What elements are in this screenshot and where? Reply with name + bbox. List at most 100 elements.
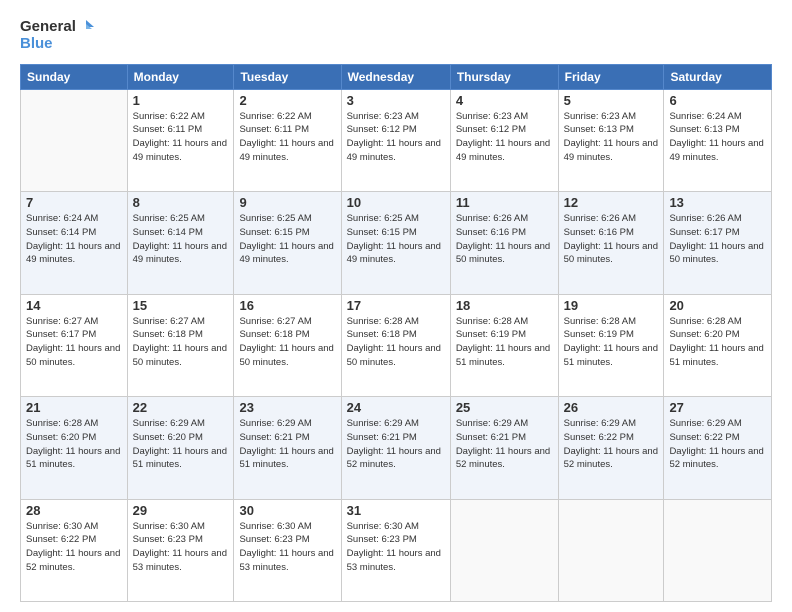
day-info: Sunrise: 6:30 AM Sunset: 6:23 PM Dayligh… <box>347 520 445 575</box>
day-info: Sunrise: 6:28 AM Sunset: 6:19 PM Dayligh… <box>564 315 659 370</box>
day-number: 1 <box>133 93 229 108</box>
calendar-day-cell: 22 Sunrise: 6:29 AM Sunset: 6:20 PM Dayli… <box>127 397 234 499</box>
calendar-day-cell: 16 Sunrise: 6:27 AM Sunset: 6:18 PM Dayli… <box>234 294 341 396</box>
calendar-day-cell <box>558 499 664 601</box>
day-number: 10 <box>347 195 445 210</box>
calendar-week-row: 7 Sunrise: 6:24 AM Sunset: 6:14 PM Daylig… <box>21 192 772 294</box>
day-info: Sunrise: 6:25 AM Sunset: 6:15 PM Dayligh… <box>239 212 335 267</box>
day-number: 14 <box>26 298 122 313</box>
day-info: Sunrise: 6:22 AM Sunset: 6:11 PM Dayligh… <box>239 110 335 165</box>
day-info: Sunrise: 6:24 AM Sunset: 6:14 PM Dayligh… <box>26 212 122 267</box>
day-info: Sunrise: 6:27 AM Sunset: 6:17 PM Dayligh… <box>26 315 122 370</box>
day-info: Sunrise: 6:29 AM Sunset: 6:20 PM Dayligh… <box>133 417 229 472</box>
calendar-table: SundayMondayTuesdayWednesdayThursdayFrid… <box>20 64 772 602</box>
day-number: 21 <box>26 400 122 415</box>
calendar-day-cell: 11 Sunrise: 6:26 AM Sunset: 6:16 PM Dayli… <box>450 192 558 294</box>
calendar-day-cell: 3 Sunrise: 6:23 AM Sunset: 6:12 PM Daylig… <box>341 89 450 191</box>
day-number: 28 <box>26 503 122 518</box>
logo-general: General <box>20 18 76 35</box>
header: General Blue <box>20 18 772 54</box>
weekday-header-saturday: Saturday <box>664 64 772 89</box>
day-info: Sunrise: 6:29 AM Sunset: 6:21 PM Dayligh… <box>239 417 335 472</box>
day-number: 29 <box>133 503 229 518</box>
day-number: 15 <box>133 298 229 313</box>
day-number: 25 <box>456 400 553 415</box>
day-number: 3 <box>347 93 445 108</box>
weekday-header-thursday: Thursday <box>450 64 558 89</box>
calendar-day-cell: 24 Sunrise: 6:29 AM Sunset: 6:21 PM Dayli… <box>341 397 450 499</box>
calendar-day-cell: 19Sunrise: 6:28 AM Sunset: 6:19 PM Dayli… <box>558 294 664 396</box>
day-info: Sunrise: 6:29 AM Sunset: 6:21 PM Dayligh… <box>347 417 445 472</box>
calendar-day-cell: 28 Sunrise: 6:30 AM Sunset: 6:22 PM Dayli… <box>21 499 128 601</box>
day-info: Sunrise: 6:27 AM Sunset: 6:18 PM Dayligh… <box>133 315 229 370</box>
calendar-day-cell: 17 Sunrise: 6:28 AM Sunset: 6:18 PM Dayli… <box>341 294 450 396</box>
day-info: Sunrise: 6:27 AM Sunset: 6:18 PM Dayligh… <box>239 315 335 370</box>
day-info: Sunrise: 6:29 AM Sunset: 6:21 PM Dayligh… <box>456 417 553 472</box>
day-number: 24 <box>347 400 445 415</box>
day-number: 26 <box>564 400 659 415</box>
day-number: 9 <box>239 195 335 210</box>
day-number: 31 <box>347 503 445 518</box>
calendar-day-cell: 1 Sunrise: 6:22 AM Sunset: 6:11 PM Daylig… <box>127 89 234 191</box>
day-info: Sunrise: 6:29 AM Sunset: 6:22 PM Dayligh… <box>564 417 659 472</box>
day-info: Sunrise: 6:26 AM Sunset: 6:16 PM Dayligh… <box>564 212 659 267</box>
day-info: Sunrise: 6:28 AM Sunset: 6:19 PM Dayligh… <box>456 315 553 370</box>
logo-bird-icon <box>78 19 94 35</box>
page: General Blue SundayMondayTuesdayWednesda… <box>0 0 792 612</box>
day-info: Sunrise: 6:24 AM Sunset: 6:13 PM Dayligh… <box>669 110 766 165</box>
calendar-day-cell: 21 Sunrise: 6:28 AM Sunset: 6:20 PM Dayli… <box>21 397 128 499</box>
calendar-week-row: 1 Sunrise: 6:22 AM Sunset: 6:11 PM Daylig… <box>21 89 772 191</box>
day-number: 16 <box>239 298 335 313</box>
day-number: 13 <box>669 195 766 210</box>
day-info: Sunrise: 6:29 AM Sunset: 6:22 PM Dayligh… <box>669 417 766 472</box>
day-info: Sunrise: 6:30 AM Sunset: 6:23 PM Dayligh… <box>133 520 229 575</box>
calendar-day-cell: 4Sunrise: 6:23 AM Sunset: 6:12 PM Daylig… <box>450 89 558 191</box>
calendar-week-row: 21 Sunrise: 6:28 AM Sunset: 6:20 PM Dayli… <box>21 397 772 499</box>
calendar-day-cell: 13 Sunrise: 6:26 AM Sunset: 6:17 PM Dayli… <box>664 192 772 294</box>
day-info: Sunrise: 6:26 AM Sunset: 6:17 PM Dayligh… <box>669 212 766 267</box>
calendar-day-cell <box>21 89 128 191</box>
day-number: 22 <box>133 400 229 415</box>
logo: General Blue <box>20 18 94 54</box>
day-number: 27 <box>669 400 766 415</box>
calendar-day-cell: 25 Sunrise: 6:29 AM Sunset: 6:21 PM Dayli… <box>450 397 558 499</box>
day-info: Sunrise: 6:28 AM Sunset: 6:18 PM Dayligh… <box>347 315 445 370</box>
day-info: Sunrise: 6:30 AM Sunset: 6:23 PM Dayligh… <box>239 520 335 575</box>
weekday-header-sunday: Sunday <box>21 64 128 89</box>
calendar-day-cell: 10Sunrise: 6:25 AM Sunset: 6:15 PM Dayli… <box>341 192 450 294</box>
weekday-header-monday: Monday <box>127 64 234 89</box>
calendar-day-cell: 5 Sunrise: 6:23 AM Sunset: 6:13 PM Daylig… <box>558 89 664 191</box>
day-number: 12 <box>564 195 659 210</box>
day-info: Sunrise: 6:23 AM Sunset: 6:12 PM Dayligh… <box>456 110 553 165</box>
logo-blue: Blue <box>20 35 53 52</box>
calendar-day-cell: 8Sunrise: 6:25 AM Sunset: 6:14 PM Daylig… <box>127 192 234 294</box>
day-number: 11 <box>456 195 553 210</box>
calendar-day-cell: 9 Sunrise: 6:25 AM Sunset: 6:15 PM Daylig… <box>234 192 341 294</box>
day-info: Sunrise: 6:28 AM Sunset: 6:20 PM Dayligh… <box>26 417 122 472</box>
calendar-day-cell: 6Sunrise: 6:24 AM Sunset: 6:13 PM Daylig… <box>664 89 772 191</box>
calendar-day-cell: 31 Sunrise: 6:30 AM Sunset: 6:23 PM Dayli… <box>341 499 450 601</box>
calendar-day-cell: 26 Sunrise: 6:29 AM Sunset: 6:22 PM Dayli… <box>558 397 664 499</box>
day-number: 5 <box>564 93 659 108</box>
calendar-day-cell: 18 Sunrise: 6:28 AM Sunset: 6:19 PM Dayli… <box>450 294 558 396</box>
day-info: Sunrise: 6:22 AM Sunset: 6:11 PM Dayligh… <box>133 110 229 165</box>
day-info: Sunrise: 6:30 AM Sunset: 6:22 PM Dayligh… <box>26 520 122 575</box>
day-number: 2 <box>239 93 335 108</box>
day-number: 20 <box>669 298 766 313</box>
calendar-day-cell: 15 Sunrise: 6:27 AM Sunset: 6:18 PM Dayli… <box>127 294 234 396</box>
day-number: 8 <box>133 195 229 210</box>
day-number: 30 <box>239 503 335 518</box>
day-number: 18 <box>456 298 553 313</box>
day-info: Sunrise: 6:23 AM Sunset: 6:13 PM Dayligh… <box>564 110 659 165</box>
calendar-day-cell: 20 Sunrise: 6:28 AM Sunset: 6:20 PM Dayli… <box>664 294 772 396</box>
calendar-day-cell <box>664 499 772 601</box>
day-info: Sunrise: 6:28 AM Sunset: 6:20 PM Dayligh… <box>669 315 766 370</box>
calendar-week-row: 28 Sunrise: 6:30 AM Sunset: 6:22 PM Dayli… <box>21 499 772 601</box>
day-info: Sunrise: 6:23 AM Sunset: 6:12 PM Dayligh… <box>347 110 445 165</box>
calendar-week-row: 14 Sunrise: 6:27 AM Sunset: 6:17 PM Dayli… <box>21 294 772 396</box>
calendar-day-cell: 30 Sunrise: 6:30 AM Sunset: 6:23 PM Dayli… <box>234 499 341 601</box>
weekday-header-tuesday: Tuesday <box>234 64 341 89</box>
day-number: 7 <box>26 195 122 210</box>
day-number: 17 <box>347 298 445 313</box>
day-info: Sunrise: 6:26 AM Sunset: 6:16 PM Dayligh… <box>456 212 553 267</box>
